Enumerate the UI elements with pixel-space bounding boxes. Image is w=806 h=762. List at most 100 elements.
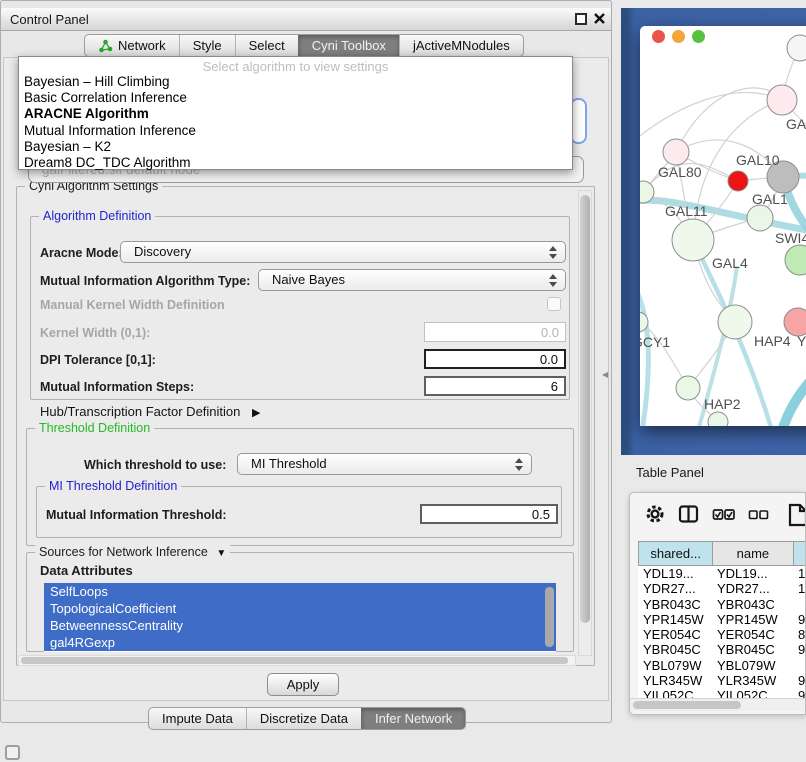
control-panel-tabs: NetworkStyleSelectCyni ToolboxjActiveMNo… [84, 34, 524, 57]
tab-jactivemnodules[interactable]: jActiveMNodules [399, 35, 523, 56]
node-label: GAL11 [665, 203, 708, 219]
table-cell: YER054C [712, 627, 793, 642]
table-row[interactable]: YBL079WYBL079W [638, 658, 806, 673]
list-scrollbar-thumb[interactable] [545, 587, 554, 647]
network-node-hap2[interactable] [676, 376, 700, 400]
column-header[interactable] [793, 542, 806, 565]
network-node-gal4[interactable] [672, 219, 714, 261]
network-edge [640, 93, 782, 146]
collapse-down-icon[interactable] [216, 545, 226, 559]
manual-kernel-checkbox[interactable] [547, 297, 561, 311]
table-cell: YDL19... [712, 566, 793, 581]
network-node[interactable] [787, 35, 806, 61]
network-node-swi4[interactable] [785, 245, 806, 275]
attribute-item[interactable]: BetweennessCentrality [44, 617, 556, 634]
network-node[interactable] [708, 412, 728, 426]
data-attributes-label: Data Attributes [40, 563, 133, 578]
algorithm-options: Bayesian – Hill ClimbingBasic Correlatio… [19, 74, 572, 171]
algorithm-definition-title: Algorithm Definition [39, 209, 155, 223]
attribute-item[interactable]: SelfLoops [44, 583, 556, 600]
document-icon[interactable] [788, 503, 806, 525]
desktop-grid-icon[interactable] [5, 745, 20, 760]
kernel-width-label: Kernel Width (0,1): [40, 326, 150, 340]
algorithm-hint: Select algorithm to view settings [19, 59, 572, 74]
attribute-item[interactable]: gal4RGexp [44, 634, 556, 651]
column-header[interactable]: name [712, 542, 792, 565]
sources-title: Sources for Network Inference [35, 545, 230, 559]
algorithm-option[interactable]: Dream8 DC_TDC Algorithm [19, 155, 572, 171]
mi-steps-label: Mutual Information Steps: [40, 380, 194, 394]
table-row[interactable]: YBR043CYBR043C [638, 597, 806, 612]
table-cell: YBR043C [638, 597, 712, 612]
table-horizontal-scrollbar[interactable] [630, 698, 806, 711]
deselect-checkboxes-icon[interactable] [748, 503, 770, 525]
settings-scrollbar-thumb[interactable] [580, 195, 590, 623]
table-cell: YLR345W [712, 673, 793, 688]
table-cell: YBR045C [712, 642, 793, 657]
tab-style[interactable]: Style [179, 35, 235, 56]
aracne-mode-value: Discovery [134, 244, 191, 259]
bottom-tab-impute-data[interactable]: Impute Data [149, 708, 246, 729]
table-header-row: shared...name [638, 541, 806, 566]
network-node-gal10[interactable] [728, 171, 748, 191]
node-label: SWI4 [775, 230, 806, 246]
float-window-icon[interactable] [575, 13, 587, 25]
table-rows: YDL19...YDL19...13YDR27...YDR27...12YBR0… [638, 566, 806, 698]
network-node-hap4[interactable] [718, 305, 752, 339]
table-panel-title: Table Panel [636, 465, 704, 480]
network-canvas[interactable]: GALGAL80GAL10GAL1GAL11GAL4SWI4GCY1HAP4YH… [640, 26, 806, 426]
bottom-tab-discretize-data[interactable]: Discretize Data [246, 708, 361, 729]
split-columns-icon[interactable] [678, 503, 700, 525]
column-header[interactable]: shared... [639, 542, 712, 565]
combo-arrows-icon [549, 246, 557, 259]
mi-threshold-field[interactable] [420, 504, 558, 524]
hub-definition-toggle[interactable]: Hub/Transcription Factor Definition [40, 404, 260, 419]
algorithm-option[interactable]: Basic Correlation Inference [19, 90, 572, 106]
algorithm-option[interactable]: Bayesian – Hill Climbing [19, 74, 572, 90]
table-row[interactable]: YLR345WYLR345W9. [638, 673, 806, 688]
table-row[interactable]: YDL19...YDL19...13 [638, 566, 806, 581]
which-threshold-combo[interactable]: MI Threshold [237, 453, 532, 475]
tab-cyni-toolbox[interactable]: Cyni Toolbox [298, 35, 399, 56]
table-row[interactable]: YIL052CYIL052C9. [638, 688, 806, 698]
network-node-gal80[interactable] [663, 139, 689, 165]
settings-hscrollbar-thumb[interactable] [21, 657, 568, 664]
bottom-tab-infer-network[interactable]: Infer Network [361, 708, 465, 729]
tab-select[interactable]: Select [235, 35, 298, 56]
dpi-tolerance-field[interactable] [424, 349, 566, 369]
apply-button[interactable]: Apply [267, 673, 339, 696]
dpi-tolerance-label: DPI Tolerance [0,1]: [40, 353, 156, 367]
table-cell: YLR345W [638, 673, 712, 688]
network-node-gal[interactable] [767, 85, 797, 115]
algorithm-option[interactable]: ARACNE Algorithm [19, 106, 572, 122]
algorithm-option[interactable]: Bayesian – K2 [19, 139, 572, 155]
panel-divider-handle[interactable] [602, 364, 608, 382]
table-cell: 9. [793, 673, 806, 688]
table-cell: YDL19... [638, 566, 712, 581]
settings-gear-icon[interactable] [644, 503, 666, 525]
close-panel-icon[interactable] [593, 12, 606, 25]
aracne-mode-combo[interactable]: Discovery [120, 241, 566, 263]
table-row[interactable]: YPR145WYPR145W9. [638, 612, 806, 627]
mi-type-label: Mutual Information Algorithm Type: [40, 274, 250, 288]
table-cell: YIL052C [638, 688, 712, 698]
control-panel-title: Control Panel [10, 12, 89, 27]
algorithm-option[interactable]: Mutual Information Inference [19, 123, 572, 139]
network-node-y[interactable] [784, 308, 806, 336]
table-row[interactable]: YBR045CYBR045C9. [638, 642, 806, 657]
table-row[interactable]: YDR27...YDR27...12 [638, 581, 806, 596]
mi-steps-field[interactable] [424, 376, 566, 396]
mi-type-combo[interactable]: Naive Bayes [258, 269, 566, 291]
attribute-item[interactable]: TopologicalCoefficient [44, 600, 556, 617]
network-desktop: GALGAL80GAL10GAL1GAL11GAL4SWI4GCY1HAP4YH… [621, 8, 806, 455]
tab-network[interactable]: Network [85, 35, 179, 56]
network-node-gal1[interactable] [747, 205, 773, 231]
table-hscrollbar-thumb[interactable] [633, 701, 741, 709]
select-all-checkboxes-icon[interactable] [712, 503, 734, 525]
table-row[interactable]: YER054CYER054C8. [638, 627, 806, 642]
table-cell: YPR145W [638, 612, 712, 627]
algorithm-dropdown-list: Select algorithm to view settings Bayesi… [18, 56, 573, 170]
kernel-width-field[interactable] [424, 322, 566, 342]
table-cell: YBL079W [638, 658, 712, 673]
network-view-window[interactable]: GALGAL80GAL10GAL1GAL11GAL4SWI4GCY1HAP4YH… [640, 26, 806, 426]
